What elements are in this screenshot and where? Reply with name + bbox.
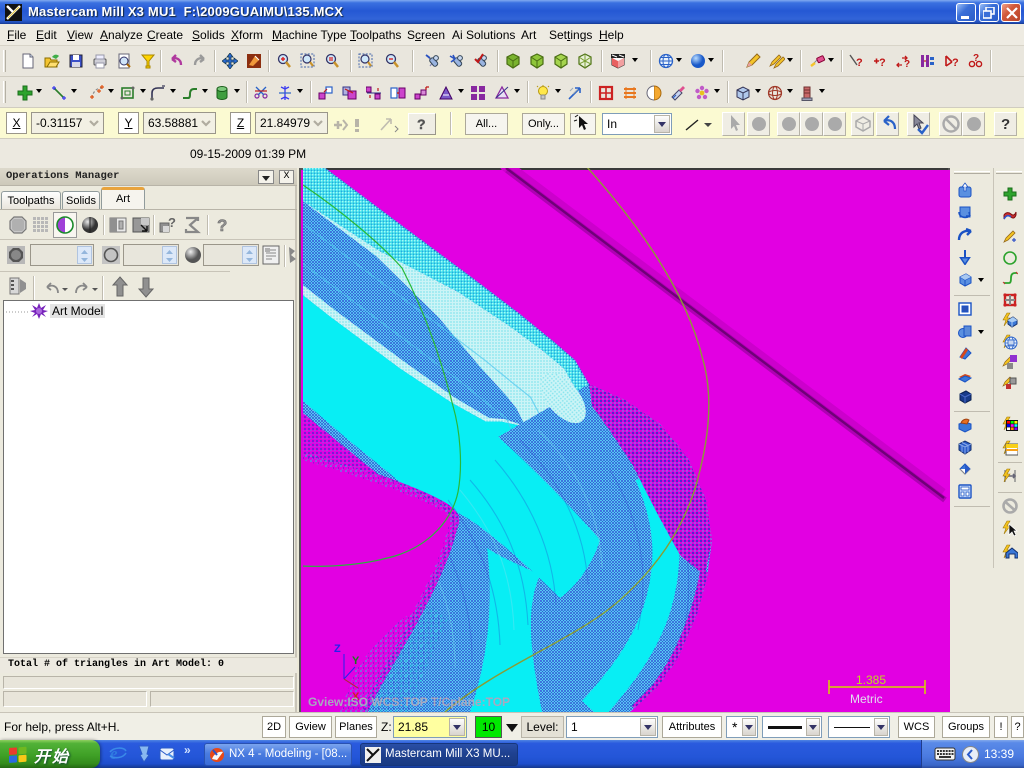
svg-text:Metric: Metric: [850, 692, 883, 706]
svg-text:?: ?: [217, 216, 227, 235]
svg-text:?: ?: [952, 57, 959, 69]
svg-text:?: ?: [973, 53, 979, 64]
svg-text:?: ?: [904, 59, 910, 69]
svg-text:e: e: [110, 744, 118, 763]
svg-text:?: ?: [168, 215, 176, 230]
svg-text:?: ?: [879, 57, 886, 69]
svg-text:1.385: 1.385: [856, 673, 886, 687]
svg-text:Y: Y: [352, 655, 360, 667]
svg-text:?: ?: [856, 57, 863, 69]
svg-text:?: ?: [1001, 116, 1010, 133]
svg-text:?: ?: [417, 116, 426, 132]
svg-text:Gview:ISO WCS:TOP T/Cplane: Gview:ISO WCS:TOP T/Cplane:TOP: [308, 695, 510, 709]
svg-text:Z: Z: [334, 643, 341, 655]
